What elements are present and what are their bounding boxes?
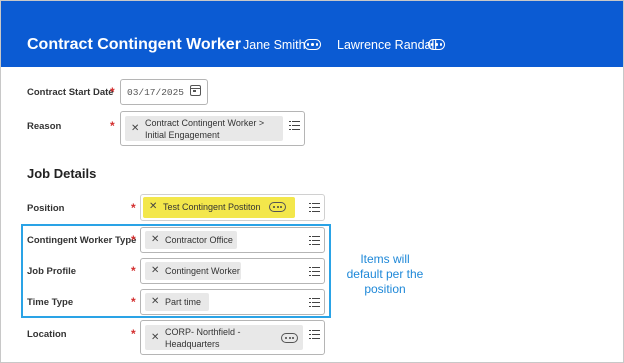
- location-label: Location: [27, 329, 67, 340]
- remove-icon[interactable]: ✕: [131, 123, 139, 134]
- position-value: Test Contingent Postiton: [163, 202, 261, 212]
- start-date-label: Contract Start Date: [27, 87, 114, 98]
- reason-label: Reason: [27, 121, 62, 132]
- required-indicator: *: [131, 201, 136, 215]
- annotation-line-1: Items will: [360, 252, 410, 266]
- worker-name[interactable]: Jane Smith: [243, 38, 306, 52]
- position-pill: ✕ Test Contingent Postiton: [143, 197, 295, 218]
- defaulted-fields-highlight: [21, 224, 331, 318]
- manager-related-actions-icon[interactable]: [428, 39, 445, 50]
- more-icon[interactable]: [269, 202, 286, 212]
- reason-value-line2: Initial Engagement: [145, 130, 220, 140]
- more-icon[interactable]: [281, 333, 298, 343]
- start-date-value: 03/17/2025: [127, 87, 185, 98]
- annotation-line-3: position: [364, 282, 406, 296]
- required-indicator: *: [110, 119, 115, 133]
- manager-name[interactable]: Lawrence Randall: [337, 38, 437, 52]
- position-label: Position: [27, 203, 65, 214]
- calendar-icon[interactable]: [190, 85, 201, 96]
- remove-icon[interactable]: ✕: [149, 201, 157, 212]
- location-pill: ✕ CORP- Northfield - Headquarters: [145, 325, 303, 350]
- job-details-heading: Job Details: [27, 166, 97, 181]
- remove-icon[interactable]: ✕: [151, 332, 159, 343]
- annotation-note: Items will default per the position: [337, 252, 433, 297]
- start-date-field[interactable]: 03/17/2025: [120, 79, 208, 105]
- reason-value-line1: Contract Contingent Worker >: [145, 118, 265, 128]
- list-icon[interactable]: [289, 121, 300, 131]
- location-value-line2: Headquarters: [165, 339, 220, 349]
- task-page: Contract Contingent Worker Jane Smith La…: [0, 0, 624, 363]
- reason-pill: ✕ Contract Contingent Worker > Initial E…: [125, 116, 283, 141]
- location-field[interactable]: ✕ CORP- Northfield - Headquarters: [140, 320, 325, 355]
- required-indicator: *: [131, 327, 136, 341]
- location-value-line1: CORP- Northfield -: [165, 327, 241, 337]
- list-icon[interactable]: [309, 330, 320, 340]
- worker-related-actions-icon[interactable]: [304, 39, 321, 50]
- page-header: Contract Contingent Worker Jane Smith La…: [1, 1, 623, 67]
- list-icon[interactable]: [309, 203, 320, 213]
- page-title: Contract Contingent Worker: [27, 36, 241, 53]
- position-field[interactable]: ✕ Test Contingent Postiton: [140, 194, 325, 221]
- reason-field[interactable]: ✕ Contract Contingent Worker > Initial E…: [120, 111, 305, 146]
- annotation-line-2: default per the: [346, 267, 424, 281]
- required-indicator: *: [110, 85, 115, 99]
